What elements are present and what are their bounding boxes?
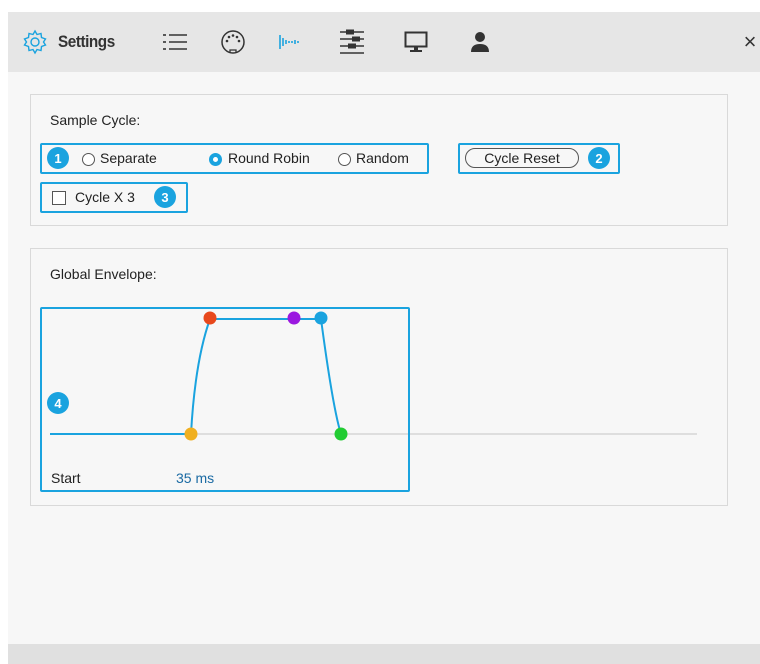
envelope-param-value[interactable]: 35 ms (176, 470, 214, 486)
radio-random-label: Random (356, 150, 409, 166)
radio-separate[interactable] (82, 153, 95, 166)
close-icon: × (743, 29, 757, 54)
user-tab[interactable] (470, 12, 490, 72)
sample-cycle-title: Sample Cycle: (50, 112, 141, 128)
footer-bar (8, 644, 760, 664)
badge-3: 3 (154, 186, 176, 208)
envelope-param-label: Start (51, 470, 81, 486)
monitor-tab[interactable] (404, 12, 428, 72)
settings-title: Settings (58, 32, 115, 51)
settings-tab[interactable]: Settings (22, 12, 121, 72)
badge-1: 1 (47, 147, 69, 169)
cycle-x3-group: Cycle X 3 3 (40, 182, 188, 213)
settings-window: Settings × Sample Cycle: 1 Separate Roun… (8, 12, 760, 664)
midi-tab[interactable] (220, 12, 246, 72)
radio-separate-label: Separate (100, 150, 157, 166)
global-envelope-panel: Global Envelope: 4 Start 35 ms (30, 248, 728, 506)
cycle-reset-group: Cycle Reset 2 (458, 143, 620, 174)
list-icon (163, 34, 187, 50)
waveform-tab[interactable] (278, 12, 302, 72)
toolbar: Settings × (8, 12, 760, 72)
cycle-mode-group: 1 Separate Round Robin Random (40, 143, 429, 174)
sample-cycle-panel: Sample Cycle: 1 Separate Round Robin Ran… (30, 94, 728, 226)
radio-random[interactable] (338, 153, 351, 166)
cycle-x3-checkbox[interactable] (52, 191, 66, 205)
list-tab[interactable] (162, 12, 188, 72)
sliders-tab[interactable] (338, 12, 366, 72)
badge-2: 2 (588, 147, 610, 169)
gear-icon (23, 29, 47, 55)
close-button[interactable]: × (740, 12, 760, 72)
radio-round-robin[interactable] (209, 153, 222, 166)
radio-round-robin-label: Round Robin (228, 150, 310, 166)
badge-4: 4 (47, 392, 69, 414)
user-icon (471, 32, 489, 52)
cycle-x3-label: Cycle X 3 (75, 189, 135, 205)
cycle-reset-button[interactable]: Cycle Reset (465, 148, 579, 168)
sliders-icon (340, 29, 364, 54)
waveform-icon (279, 35, 299, 49)
envelope-highlight: 4 Start 35 ms (40, 307, 410, 492)
midi-icon (221, 30, 245, 54)
monitor-icon (404, 31, 428, 52)
